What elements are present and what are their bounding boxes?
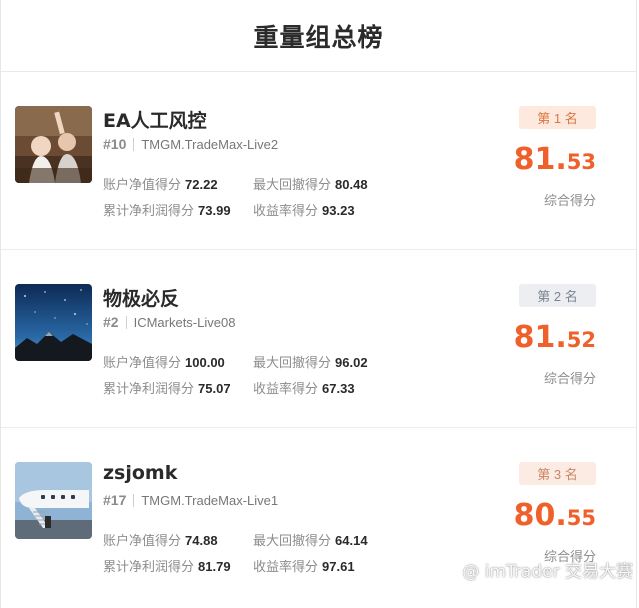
score-value: 73.99: [198, 202, 231, 218]
leaderboard-entry[interactable]: 物极必反 #2 ICMarkets-Live08 账户净值得分 100.00 最大…: [1, 250, 636, 428]
score-grid: 账户净值得分 72.22 最大回撤得分 80.48 累计净利润得分 73.99 收益率…: [103, 170, 403, 222]
return-rate-score: 收益率得分 67.33: [253, 378, 403, 397]
score-label: 累计净利润得分: [103, 558, 195, 574]
trader-rank-number: #2: [103, 314, 119, 330]
score-value: 100.00: [185, 354, 225, 370]
leaderboard-entry[interactable]: EA人工风控 #10 TMGM.TradeMax-Live2 账户净值得分 72.…: [1, 72, 636, 250]
score-value: 67.33: [322, 380, 355, 396]
cumulative-profit-score: 累计净利润得分 75.07: [103, 378, 253, 397]
trader-server: TMGM.TradeMax-Live1: [141, 492, 279, 508]
avatar[interactable]: [15, 462, 92, 539]
trader-name[interactable]: EA人工风控: [103, 106, 207, 133]
total-score: 81.53: [486, 142, 596, 177]
return-rate-score: 收益率得分 97.61: [253, 556, 403, 575]
return-rate-score: 收益率得分 93.23: [253, 200, 403, 219]
net-value-score: 账户净值得分 100.00: [103, 352, 253, 371]
cumulative-profit-score: 累计净利润得分 81.79: [103, 556, 253, 575]
trader-meta: #17 TMGM.TradeMax-Live1: [103, 492, 278, 508]
avatar-photo-kids-icon: [15, 106, 92, 183]
score-grid: 账户净值得分 100.00 最大回撤得分 96.02 累计净利润得分 75.07 收益…: [103, 348, 403, 400]
wechat-logo-icon: [438, 562, 458, 577]
score-value: 75.07: [198, 380, 231, 396]
score-label: 收益率得分: [253, 558, 319, 574]
total-score-label: 综合得分: [543, 371, 596, 386]
leaderboard-panel: 重量组总榜 EA人工风控 #10 TMGM.TradeMax-Live2 账户净…: [0, 0, 637, 608]
place-badge: 第 2 名: [519, 284, 596, 307]
avatar[interactable]: [15, 284, 92, 361]
score-value: 81.79: [198, 558, 231, 574]
divider: [133, 493, 135, 507]
score-value: 72.22: [185, 176, 218, 192]
trader-name[interactable]: zsjomk: [103, 462, 177, 484]
trader-rank-number: #17: [103, 492, 127, 508]
total-score-decimal: 52: [566, 328, 596, 352]
score-label: 账户净值得分: [103, 354, 182, 370]
total-score-decimal: 53: [566, 150, 596, 174]
total-score-label: 综合得分: [543, 193, 596, 208]
trader-server: TMGM.TradeMax-Live2: [141, 136, 279, 152]
watermark-text: @ imTrader 交易大赛: [462, 562, 633, 582]
max-drawdown-score: 最大回撤得分 96.02: [253, 352, 403, 371]
net-value-score: 账户净值得分 72.22: [103, 174, 253, 193]
score-value: 80.48: [335, 176, 368, 192]
avatar-photo-night-sky-icon: [15, 284, 92, 361]
score-value: 93.23: [322, 202, 355, 218]
score-value: 64.14: [335, 532, 368, 548]
trader-meta: #2 ICMarkets-Live08: [103, 314, 235, 330]
net-value-score: 账户净值得分 74.88: [103, 530, 253, 549]
total-score: 80.55: [486, 498, 596, 533]
total-score-point: .: [555, 498, 567, 533]
score-label: 累计净利润得分: [103, 202, 195, 218]
page-title: 重量组总榜: [253, 22, 384, 52]
total-score-decimal: 55: [566, 506, 596, 530]
score-label: 收益率得分: [253, 380, 319, 396]
score-label: 账户净值得分: [103, 532, 182, 548]
place-badge: 第 1 名: [519, 106, 596, 129]
score-value: 74.88: [185, 532, 218, 548]
watermark: @ imTrader 交易大赛: [438, 557, 633, 582]
score-label: 最大回撤得分: [253, 354, 332, 370]
cumulative-profit-score: 累计净利润得分 73.99: [103, 200, 253, 219]
total-score-point: .: [555, 320, 567, 355]
divider: [125, 315, 127, 329]
score-grid: 账户净值得分 74.88 最大回撤得分 64.14 累计净利润得分 81.79 收益率…: [103, 526, 403, 578]
max-drawdown-score: 最大回撤得分 64.14: [253, 530, 403, 549]
max-drawdown-score: 最大回撤得分 80.48: [253, 174, 403, 193]
leaderboard-header: 重量组总榜: [1, 0, 636, 72]
score-value: 97.61: [322, 558, 355, 574]
divider: [133, 137, 135, 151]
trader-server: ICMarkets-Live08: [133, 314, 236, 330]
avatar-photo-private-jet-icon: [15, 462, 92, 539]
score-label: 最大回撤得分: [253, 532, 332, 548]
score-value: 96.02: [335, 354, 368, 370]
avatar[interactable]: [15, 106, 92, 183]
trader-name[interactable]: 物极必反: [103, 284, 179, 311]
total-score-point: .: [555, 142, 567, 177]
score-label: 累计净利润得分: [103, 380, 195, 396]
trader-rank-number: #10: [103, 136, 127, 152]
trader-meta: #10 TMGM.TradeMax-Live2: [103, 136, 278, 152]
score-label: 最大回撤得分: [253, 176, 332, 192]
score-label: 账户净值得分: [103, 176, 182, 192]
total-score: 81.52: [486, 320, 596, 355]
total-score-integer: 80: [513, 498, 556, 533]
score-label: 收益率得分: [253, 202, 319, 218]
place-badge: 第 3 名: [519, 462, 596, 485]
total-score-integer: 81: [513, 142, 556, 177]
total-score-integer: 81: [513, 320, 556, 355]
